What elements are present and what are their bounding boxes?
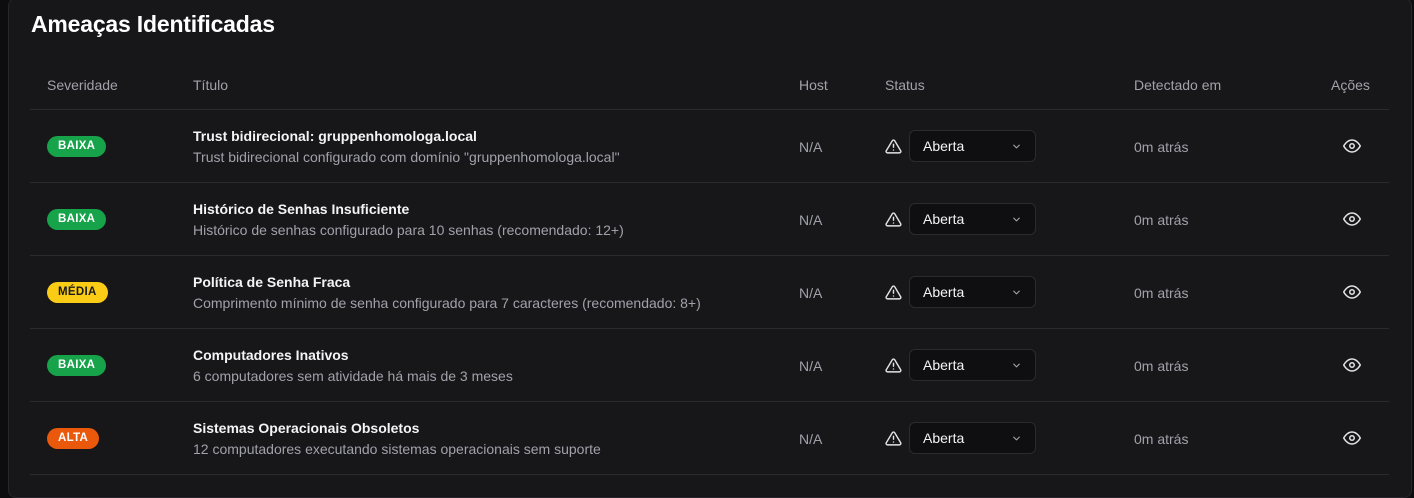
- page-title: Ameaças Identificadas: [31, 11, 275, 37]
- status-select-value: Aberta: [923, 357, 965, 373]
- threats-card: Ameaças Identificadas Severidade Título …: [8, 0, 1412, 498]
- table-row: BAIXA Computadores Inativos 6 computador…: [30, 329, 1389, 402]
- status-select[interactable]: Aberta: [909, 349, 1036, 381]
- detected-time: 0m atrás: [1134, 285, 1189, 301]
- threat-title: Sistemas Operacionais Obsoletos: [193, 420, 420, 436]
- chevron-down-icon: [1013, 436, 1020, 441]
- column-header-host[interactable]: Host: [799, 77, 828, 93]
- table-row: BAIXA Trust bidirecional: gruppenhomolog…: [30, 110, 1389, 183]
- chevron-down-icon: [1013, 144, 1020, 149]
- severity-badge: BAIXA: [47, 355, 107, 376]
- status-select-value: Aberta: [923, 138, 965, 154]
- status-select[interactable]: Aberta: [909, 422, 1036, 454]
- alert-triangle-icon: [885, 212, 902, 227]
- threats-table: Severidade Título Host Status Detectado …: [30, 63, 1389, 475]
- threat-description: Trust bidirecional configurado com domín…: [193, 149, 620, 165]
- table-header: Severidade Título Host Status Detectado …: [30, 63, 1389, 110]
- status-select[interactable]: Aberta: [909, 276, 1036, 308]
- threat-description: Comprimento mínimo de senha configurado …: [193, 295, 701, 311]
- status-select-value: Aberta: [923, 211, 965, 227]
- threat-description: 6 computadores sem atividade há mais de …: [193, 368, 513, 384]
- threat-title: Computadores Inativos: [193, 347, 349, 363]
- table-row: ALTA Sistemas Operacionais Obsoletos 12 …: [30, 402, 1389, 475]
- detected-time: 0m atrás: [1134, 358, 1189, 374]
- host-value: N/A: [799, 431, 823, 447]
- status-select-value: Aberta: [923, 284, 965, 300]
- column-header-actions: Ações: [1331, 77, 1370, 93]
- status-select-value: Aberta: [923, 430, 965, 446]
- alert-triangle-icon: [885, 139, 902, 154]
- severity-badge: BAIXA: [47, 136, 107, 157]
- eye-icon[interactable]: [1343, 356, 1361, 374]
- column-header-severity[interactable]: Severidade: [47, 77, 118, 93]
- table-row: MÉDIA Política de Senha Fraca Compriment…: [30, 256, 1389, 329]
- alert-triangle-icon: [885, 358, 902, 373]
- table-row: BAIXA Histórico de Senhas Insuficiente H…: [30, 183, 1389, 256]
- threat-description: Histórico de senhas configurado para 10 …: [193, 222, 624, 238]
- eye-icon[interactable]: [1343, 137, 1361, 155]
- column-header-detected[interactable]: Detectado em: [1134, 77, 1221, 93]
- host-value: N/A: [799, 358, 823, 374]
- status-select[interactable]: Aberta: [909, 130, 1036, 162]
- threat-description: 12 computadores executando sistemas oper…: [193, 441, 601, 457]
- threat-title: Política de Senha Fraca: [193, 274, 351, 290]
- severity-badge: ALTA: [47, 428, 100, 449]
- severity-badge: BAIXA: [47, 209, 107, 230]
- host-value: N/A: [799, 212, 823, 228]
- detected-time: 0m atrás: [1134, 431, 1189, 447]
- alert-triangle-icon: [885, 431, 902, 446]
- detected-time: 0m atrás: [1134, 139, 1189, 155]
- eye-icon[interactable]: [1343, 283, 1361, 301]
- chevron-down-icon: [1013, 290, 1020, 295]
- column-header-title[interactable]: Título: [193, 77, 228, 93]
- eye-icon[interactable]: [1343, 429, 1361, 447]
- chevron-down-icon: [1013, 217, 1020, 222]
- threat-title: Histórico de Senhas Insuficiente: [193, 201, 410, 217]
- threat-title: Trust bidirecional: gruppenhomologa.loca…: [193, 128, 477, 144]
- severity-badge: MÉDIA: [47, 282, 108, 303]
- eye-icon[interactable]: [1343, 210, 1361, 228]
- host-value: N/A: [799, 285, 823, 301]
- host-value: N/A: [799, 139, 823, 155]
- status-select[interactable]: Aberta: [909, 203, 1036, 235]
- chevron-down-icon: [1013, 363, 1020, 368]
- detected-time: 0m atrás: [1134, 212, 1189, 228]
- alert-triangle-icon: [885, 285, 902, 300]
- column-header-status[interactable]: Status: [885, 77, 925, 93]
